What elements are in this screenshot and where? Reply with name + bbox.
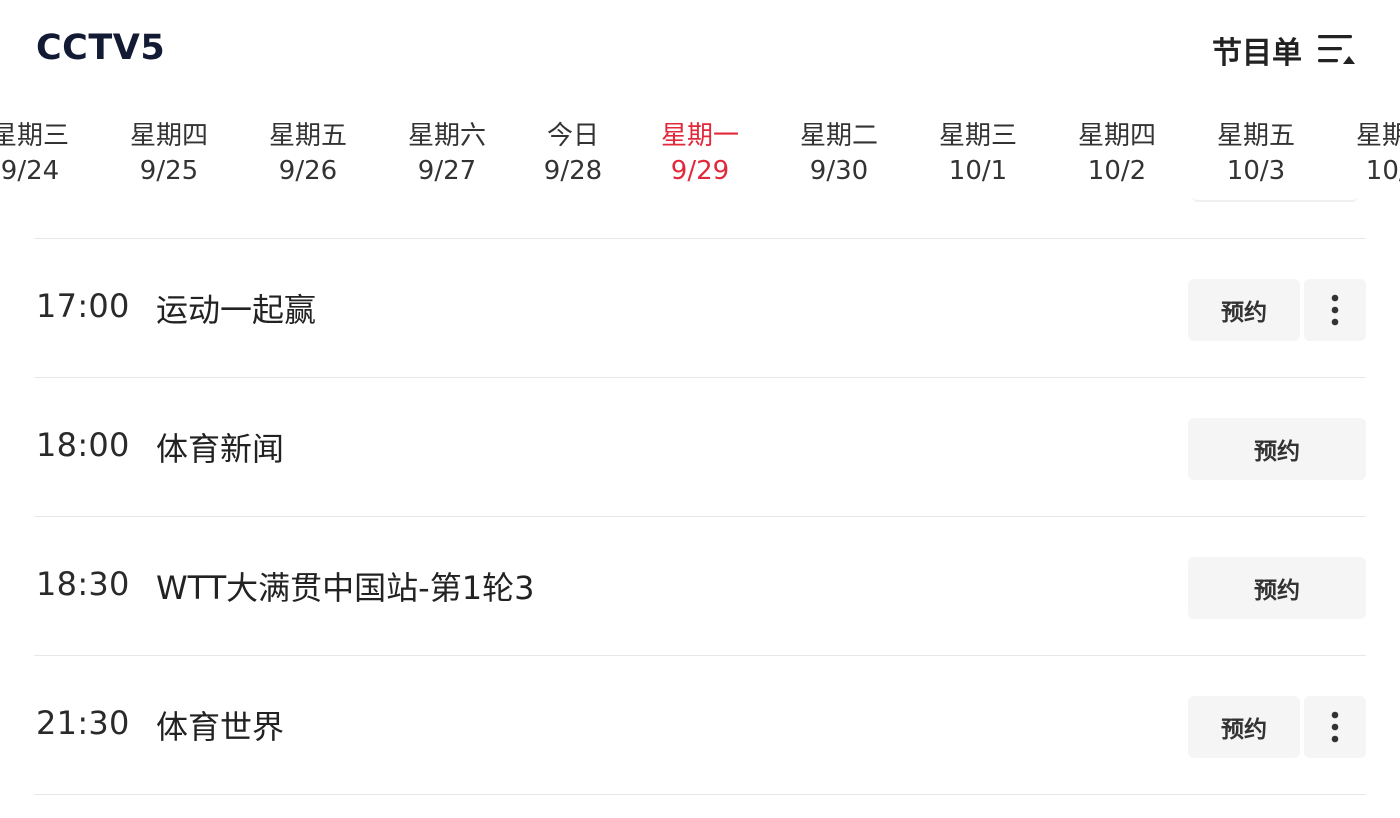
date-day: 10/3 — [1226, 156, 1286, 186]
date-tab[interactable]: 星期四 9/25 — [109, 118, 229, 188]
reserve-button[interactable]: 预约 — [1188, 696, 1300, 758]
date-weekday: 星期六 — [407, 121, 486, 151]
date-weekday: 星期四 — [129, 121, 208, 151]
more-options-button[interactable] — [1304, 279, 1366, 341]
program-title: 运动一起赢 — [156, 291, 317, 329]
date-weekday: 星期三 — [0, 121, 69, 151]
date-tab[interactable]: 星期二 9/30 — [779, 118, 899, 188]
more-vertical-icon — [1331, 711, 1339, 743]
date-day: 9/25 — [139, 156, 199, 186]
date-tab[interactable]: 星期六 9/27 — [387, 118, 507, 188]
date-weekday: 星期六 — [1355, 121, 1400, 151]
divider — [34, 794, 1366, 795]
program-title: 体育世界 — [156, 708, 285, 746]
date-day: 10/4 — [1365, 156, 1400, 186]
date-tab-today[interactable]: 今日 9/28 — [513, 118, 633, 188]
program-time: 18:00 — [36, 426, 130, 464]
reserve-button[interactable]: 预约 — [1188, 418, 1366, 480]
date-day: 10/1 — [948, 156, 1008, 186]
reserve-button[interactable]: 预约 — [1188, 279, 1300, 341]
date-tab[interactable]: 星期五 9/26 — [248, 118, 368, 188]
date-tab-selected[interactable]: 星期一 9/29 — [640, 118, 760, 188]
date-weekday: 今日 — [546, 121, 599, 151]
date-tab[interactable]: 星期四 10/2 — [1057, 118, 1177, 188]
date-weekday: 星期五 — [1216, 121, 1295, 151]
date-weekday: 星期一 — [660, 121, 739, 151]
schedule-button[interactable]: 节目单 — [1212, 28, 1356, 72]
program-time: 17:00 — [36, 287, 130, 325]
date-day: 9/24 — [0, 156, 60, 186]
program-list: 17:00 运动一起赢 预约 18:00 体育新闻 预约 18:30 WTT大满… — [34, 238, 1366, 795]
reserve-button[interactable]: 预约 — [1188, 557, 1366, 619]
date-weekday: 星期五 — [268, 121, 347, 151]
menu-sort-icon — [1318, 35, 1355, 64]
program-row: 21:30 体育世界 预约 — [34, 656, 1366, 794]
program-time: 18:30 — [36, 565, 130, 603]
date-tab[interactable]: 星期三 9/24 — [0, 118, 90, 188]
scroll-shadow — [1192, 196, 1358, 202]
date-weekday: 星期四 — [1077, 121, 1156, 151]
date-tab[interactable]: 星期三 10/1 — [918, 118, 1038, 188]
program-title: 体育新闻 — [156, 430, 285, 468]
date-day: 9/28 — [543, 156, 603, 186]
program-guide-panel: CCTV5 节目单 星期三 9/24 星期四 9/25 星期五 9/26 星期六… — [0, 0, 1400, 818]
date-day: 9/30 — [809, 156, 869, 186]
date-day: 9/26 — [278, 156, 338, 186]
program-row: 17:00 运动一起赢 预约 — [34, 239, 1366, 377]
program-title: WTT大满贯中国站-第1轮3 — [156, 569, 535, 607]
date-weekday: 星期二 — [799, 121, 878, 151]
channel-title: CCTV5 — [36, 28, 166, 68]
more-options-button[interactable] — [1304, 696, 1366, 758]
date-weekday: 星期三 — [938, 121, 1017, 151]
schedule-label: 节目单 — [1212, 36, 1302, 71]
program-time: 21:30 — [36, 704, 130, 742]
program-row: 18:30 WTT大满贯中国站-第1轮3 预约 — [34, 517, 1366, 655]
date-tab[interactable]: 星期六 10/4 — [1335, 118, 1400, 188]
more-vertical-icon — [1331, 294, 1339, 326]
date-day: 9/27 — [417, 156, 477, 186]
date-day: 9/29 — [670, 156, 730, 186]
date-tab[interactable]: 星期五 10/3 — [1196, 118, 1316, 188]
header: CCTV5 节目单 — [0, 0, 1400, 100]
program-row: 18:00 体育新闻 预约 — [34, 378, 1366, 516]
date-day: 10/2 — [1087, 156, 1147, 186]
date-strip: 星期三 9/24 星期四 9/25 星期五 9/26 星期六 9/27 今日 9… — [0, 118, 1400, 208]
